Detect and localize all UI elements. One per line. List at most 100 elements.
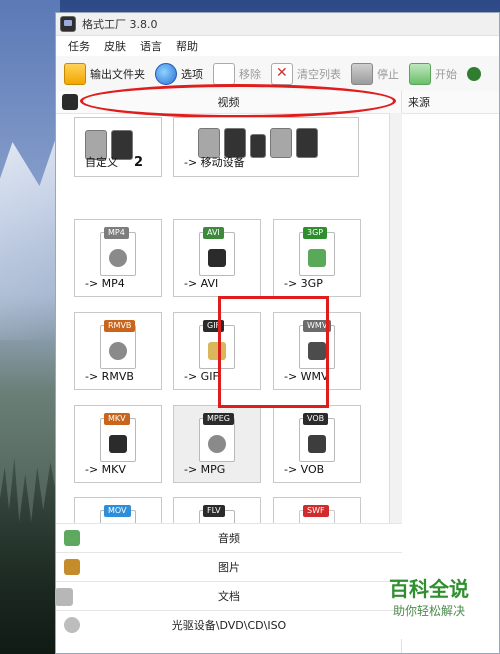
- rmvb-tag: RMVB: [104, 320, 136, 332]
- tile-flv[interactable]: FLV: [173, 497, 261, 523]
- main-content: 视频 自定义 2 -> 移动设备 MP4 -> MP4 AVI -> AVI 3…: [55, 84, 499, 653]
- tile-mpg[interactable]: MPEG -> MPG: [173, 405, 261, 483]
- 3gp-icon: 3GP: [299, 227, 335, 276]
- other-categories: 音频 图片 文档 光驱设备\DVD\CD\ISO: [55, 523, 402, 639]
- category-pane: 视频 自定义 2 -> 移动设备 MP4 -> MP4 AVI -> AVI 3…: [55, 84, 402, 653]
- music-icon: [64, 530, 80, 546]
- watermark-subtitle: 助你轻松解决: [392, 604, 465, 618]
- tile-mp4-label: -> MP4: [85, 277, 125, 290]
- tile-3gp[interactable]: 3GP -> 3GP: [273, 219, 361, 297]
- tile-gif[interactable]: GIF -> GIF: [173, 312, 261, 390]
- title-bar: 格式工厂 3.8.0: [56, 13, 499, 36]
- swf-icon: SWF: [299, 505, 335, 523]
- remove-button[interactable]: 移除: [213, 63, 261, 85]
- gif-tag: GIF: [203, 320, 225, 332]
- task-pane: 来源: [402, 91, 499, 653]
- clear-list-button[interactable]: 清空列表: [271, 63, 341, 85]
- options-icon: [155, 63, 177, 85]
- vertical-scrollbar[interactable]: [389, 113, 402, 523]
- vob-tag: VOB: [303, 413, 329, 425]
- output-folder-label: 输出文件夹: [90, 68, 145, 81]
- document-category[interactable]: 文档: [55, 581, 402, 610]
- tile-swf[interactable]: SWF: [273, 497, 361, 523]
- audio-category-label: 音频: [218, 532, 240, 545]
- video-formats-grid: 自定义 2 -> 移动设备 MP4 -> MP4 AVI -> AVI 3GP …: [56, 113, 402, 523]
- film-reel-icon: [109, 249, 127, 267]
- options-label: 选项: [181, 68, 203, 81]
- video-category-label: 视频: [217, 96, 240, 109]
- disc-category-label: 光驱设备\DVD\CD\ISO: [171, 619, 287, 632]
- stop-icon: [351, 63, 373, 85]
- avi-icon: AVI: [199, 227, 235, 276]
- tile-mp4[interactable]: MP4 -> MP4: [74, 219, 162, 297]
- tile-mkv[interactable]: MKV -> MKV: [74, 405, 162, 483]
- tile-rmvb[interactable]: RMVB -> RMVB: [74, 312, 162, 390]
- mobile-devices-icon: [198, 122, 336, 158]
- output-folder-button[interactable]: 输出文件夹: [64, 63, 145, 85]
- source-column-header: 来源: [402, 91, 499, 114]
- image-category[interactable]: 图片: [56, 552, 402, 581]
- mpg-icon: MPEG: [199, 413, 235, 462]
- folder-icon: [64, 63, 86, 85]
- swf-tag: SWF: [303, 505, 329, 517]
- start-button[interactable]: 开始: [409, 63, 457, 85]
- mp4-icon: MP4: [100, 227, 136, 276]
- camera-icon: [308, 342, 326, 360]
- rmvb-icon: RMVB: [100, 320, 136, 369]
- source-label: 来源: [408, 96, 430, 109]
- watermark: 百科全说 助你轻松解决: [364, 578, 494, 630]
- disc-category[interactable]: 光驱设备\DVD\CD\ISO: [56, 610, 402, 639]
- menu-language[interactable]: 语言: [140, 38, 162, 54]
- remove-icon: [213, 63, 235, 85]
- options-button[interactable]: 选项: [155, 63, 203, 85]
- flv-icon: FLV: [199, 505, 235, 523]
- app-window: 格式工厂 3.8.0 任务 皮肤 语言 帮助 输出文件夹 选项 移除 清空列表 …: [55, 12, 500, 654]
- extra-green-icon[interactable]: [467, 67, 481, 81]
- document-icon: [55, 588, 73, 606]
- tile-avi[interactable]: AVI -> AVI: [173, 219, 261, 297]
- remove-label: 移除: [239, 68, 261, 81]
- camcorder-icon: [308, 435, 326, 453]
- app-icon: [60, 16, 76, 32]
- stop-button[interactable]: 停止: [351, 63, 399, 85]
- mobile-device-3-icon: [250, 134, 266, 158]
- menu-help[interactable]: 帮助: [176, 38, 198, 54]
- avi-tag: AVI: [203, 227, 224, 239]
- mov-icon: MOV: [100, 505, 136, 523]
- tile-mobile-devices[interactable]: -> 移动设备: [173, 117, 359, 177]
- 3gp-tag: 3GP: [303, 227, 328, 239]
- mov-tag: MOV: [104, 505, 131, 517]
- wmv-tag: WMV: [303, 320, 332, 332]
- mkv-tag: MKV: [104, 413, 130, 425]
- mobile-device-4-icon: [270, 128, 292, 158]
- disc-icon: [64, 617, 80, 633]
- image-category-label: 图片: [218, 561, 240, 574]
- wmv-icon: WMV: [299, 320, 335, 369]
- mkv-icon: MKV: [100, 413, 136, 462]
- clear-list-label: 清空列表: [297, 68, 341, 81]
- mp4-tag: MP4: [104, 227, 129, 239]
- vob-icon: VOB: [299, 413, 335, 462]
- film-strip-icon: [109, 435, 127, 453]
- mobile-device-5-icon: [296, 128, 318, 158]
- tile-custom[interactable]: 自定义 2: [74, 117, 162, 177]
- film-strip-icon: [208, 249, 226, 267]
- clear-list-icon: [271, 63, 293, 85]
- tile-vob-label: -> VOB: [284, 463, 325, 476]
- window-title: 格式工厂 3.8.0: [82, 18, 158, 31]
- stop-label: 停止: [377, 68, 399, 81]
- tile-mov[interactable]: MOV: [74, 497, 162, 523]
- tile-custom-label: 自定义: [85, 156, 118, 169]
- document-category-label: 文档: [218, 590, 240, 603]
- tile-rmvb-label: -> RMVB: [85, 370, 134, 383]
- tile-wmv-label: -> WMV: [284, 370, 329, 383]
- menu-skin[interactable]: 皮肤: [104, 38, 126, 54]
- video-category-header[interactable]: 视频: [56, 84, 401, 118]
- film-reel-icon: [208, 435, 226, 453]
- tile-wmv[interactable]: WMV -> WMV: [273, 312, 361, 390]
- tile-mkv-label: -> MKV: [85, 463, 126, 476]
- audio-category[interactable]: 音频: [56, 523, 402, 552]
- menu-task[interactable]: 任务: [68, 38, 90, 54]
- start-label: 开始: [435, 68, 457, 81]
- tile-vob[interactable]: VOB -> VOB: [273, 405, 361, 483]
